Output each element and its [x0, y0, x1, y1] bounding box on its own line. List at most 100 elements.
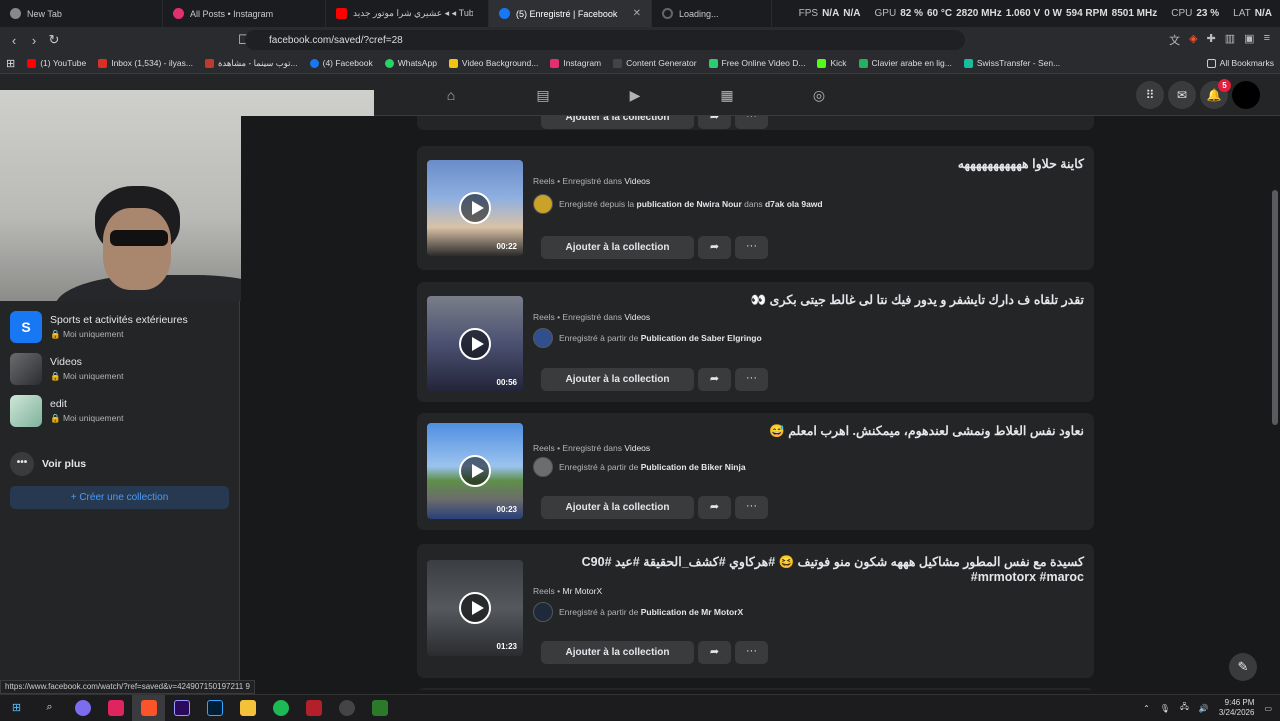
brave-shield-icon[interactable]: ◈	[1189, 32, 1197, 48]
apps-icon[interactable]: ⊞	[0, 57, 21, 70]
more-options-button[interactable]: ···	[735, 641, 768, 664]
profile-avatar[interactable]	[1232, 81, 1260, 109]
groups-icon[interactable]: ◎	[808, 84, 830, 106]
meta-collection[interactable]: Videos	[624, 443, 650, 453]
bookmark-swisstransfer[interactable]: SwissTransfer - Sen...	[958, 58, 1066, 68]
video-thumbnail[interactable]: 00:23	[427, 423, 523, 519]
play-icon[interactable]	[459, 328, 491, 360]
bookmark-gmail[interactable]: Inbox (1,534) - ilyas...	[92, 58, 199, 68]
tab-youtube[interactable]: عشيري شرا موتور جديد ◂ ◂ Tube ..	[326, 0, 489, 27]
add-to-collection-button[interactable]: Ajouter à la collection	[541, 368, 694, 391]
share-icon[interactable]: ➦	[698, 368, 731, 391]
collection-videos[interactable]: Videos 🔒 Moi uniquement	[10, 353, 123, 385]
file-explorer-icon[interactable]	[231, 695, 264, 721]
saved-item-title[interactable]: تقدر تلقاه ف دارك تايشفر و يدور فيك نتا …	[751, 293, 1084, 308]
all-bookmarks[interactable]: All Bookmarks	[1201, 58, 1280, 68]
saved-item-card[interactable]: 00:22 كاينة حلاوا هههههههههههه Reels • E…	[417, 146, 1094, 270]
share-icon[interactable]: ➦	[698, 236, 731, 259]
source-publication[interactable]: Publication de Mr MotorX	[641, 607, 743, 617]
add-to-collection-button[interactable]: Ajouter à la collection	[541, 496, 694, 519]
premiere-icon[interactable]	[165, 695, 198, 721]
share-icon[interactable]: ➦	[698, 496, 731, 519]
menu-grid-icon[interactable]: ⠿	[1136, 81, 1164, 109]
saved-item-title[interactable]: نعاود نفس الغلاط ونمشى لعندهوم، ميمكنش. …	[769, 424, 1084, 439]
play-icon[interactable]	[459, 592, 491, 624]
source-publication[interactable]: publication de Nwira Nour	[637, 199, 742, 209]
more-options-button[interactable]: ···	[735, 496, 768, 519]
saved-item-title[interactable]: كاينة حلاوا هههههههههههه	[958, 157, 1084, 172]
source-publication[interactable]: Publication de Saber Elgringo	[641, 333, 762, 343]
meta-collection[interactable]: Videos	[624, 312, 650, 322]
share-icon[interactable]: ➦	[698, 116, 731, 129]
search-icon[interactable]: ⌕	[33, 695, 66, 721]
video-thumbnail[interactable]: 00:22	[427, 160, 523, 256]
obs-icon[interactable]	[330, 695, 363, 721]
menu-icon[interactable]: ≡	[1264, 32, 1270, 48]
bookmark-youtube[interactable]: (1) YouTube	[21, 58, 92, 68]
page-scrollbar[interactable]	[1272, 190, 1278, 425]
extensions-icon[interactable]: ✚	[1207, 32, 1216, 48]
messenger-icon[interactable]: ✉	[1168, 81, 1196, 109]
source-group[interactable]: d7ak ola 9awd	[765, 199, 823, 209]
translate-icon[interactable]: 文	[1169, 32, 1180, 48]
reload-icon[interactable]: ↻	[44, 32, 64, 48]
bookmark-clavier-arabe[interactable]: Clavier arabe en lig...	[853, 58, 958, 68]
collection-sports[interactable]: S Sports et activités extérieures 🔒 Moi u…	[10, 311, 188, 343]
new-message-icon[interactable]: ✎	[1229, 653, 1257, 681]
play-icon[interactable]	[459, 192, 491, 224]
video-thumbnail[interactable]: 00:56	[427, 296, 523, 392]
add-to-collection-button[interactable]: Ajouter à la collection	[541, 116, 694, 129]
camtasia-icon[interactable]	[363, 695, 396, 721]
microphone-icon[interactable]: 🎙	[1160, 704, 1170, 713]
add-to-collection-button[interactable]: Ajouter à la collection	[541, 236, 694, 259]
bookmark-video-background[interactable]: Video Background...	[443, 58, 544, 68]
bookmark-facebook[interactable]: (4) Facebook	[304, 58, 379, 68]
bookmark-content-generator[interactable]: Content Generator	[607, 58, 702, 68]
app-a-icon[interactable]	[99, 695, 132, 721]
meta-collection[interactable]: Mr MotorX	[562, 586, 602, 596]
photoshop-icon[interactable]	[198, 695, 231, 721]
bookmark-whatsapp[interactable]: WhatsApp	[379, 58, 443, 68]
volume-icon[interactable]: 🔊	[1199, 704, 1209, 713]
network-icon[interactable]: 🖧	[1180, 701, 1189, 715]
chrome-icon[interactable]	[66, 695, 99, 721]
saved-item-card[interactable]: 00:56 تقدر تلقاه ف دارك تايشفر و يدور في…	[417, 282, 1094, 402]
play-icon[interactable]	[459, 455, 491, 487]
saved-item-title[interactable]: كسيدة مع نفس المطور مشاكيل هههه شكون منو…	[534, 555, 1084, 585]
tab-new-tab[interactable]: New Tab	[0, 0, 163, 27]
video-thumbnail[interactable]: 01:23	[427, 560, 523, 656]
bookmark-topcinema[interactable]: توب سينما - مشاهدة...	[199, 58, 304, 69]
spotify-icon[interactable]	[264, 695, 297, 721]
tab-instagram[interactable]: All Posts • Instagram	[163, 0, 326, 27]
voicemeeter-icon[interactable]	[297, 695, 330, 721]
close-tab-icon[interactable]: ✕	[633, 8, 641, 19]
bookmark-kick[interactable]: Kick	[811, 58, 852, 68]
add-to-collection-button[interactable]: Ajouter à la collection	[541, 641, 694, 664]
create-collection-button[interactable]: + Créer une collection	[10, 486, 229, 509]
clock[interactable]: 9:46 PM 3/24/2026	[1219, 698, 1255, 718]
brave-icon[interactable]	[132, 694, 165, 721]
more-options-button[interactable]: ···	[735, 116, 768, 129]
forward-icon[interactable]: ›	[24, 33, 44, 48]
tab-loading[interactable]: Loading...	[652, 0, 772, 27]
windows-start-icon[interactable]: ⊞	[0, 695, 33, 721]
more-options-button[interactable]: ···	[735, 236, 768, 259]
back-icon[interactable]: ‹	[4, 33, 24, 48]
more-options-button[interactable]: ···	[735, 368, 768, 391]
share-icon[interactable]: ➦	[698, 641, 731, 664]
meta-collection[interactable]: Videos	[624, 176, 650, 186]
bookmark-instagram[interactable]: Instagram	[544, 58, 607, 68]
voir-plus-button[interactable]: ••• Voir plus	[10, 452, 86, 476]
notification-center-icon[interactable]: ▭	[1264, 704, 1272, 713]
collection-edit[interactable]: edit 🔒 Moi uniquement	[10, 395, 123, 427]
source-publication[interactable]: Publication de Biker Ninja	[641, 462, 746, 472]
marketplace-icon[interactable]: ▦	[716, 84, 738, 106]
bookmark-video-downloader[interactable]: Free Online Video D...	[703, 58, 812, 68]
watch-icon[interactable]: ▤	[532, 84, 554, 106]
video-icon[interactable]: ▶	[624, 84, 646, 106]
wallet-icon[interactable]: ▣	[1244, 32, 1254, 48]
saved-item-card[interactable]: 00:23 نعاود نفس الغلاط ونمشى لعندهوم، مي…	[417, 413, 1094, 530]
url-bar[interactable]: facebook.com/saved/?cref=28	[245, 30, 965, 50]
tab-facebook-saved[interactable]: (5) Enregistré | Facebook ✕	[489, 0, 652, 27]
chevron-up-icon[interactable]: ⌃	[1143, 704, 1150, 713]
